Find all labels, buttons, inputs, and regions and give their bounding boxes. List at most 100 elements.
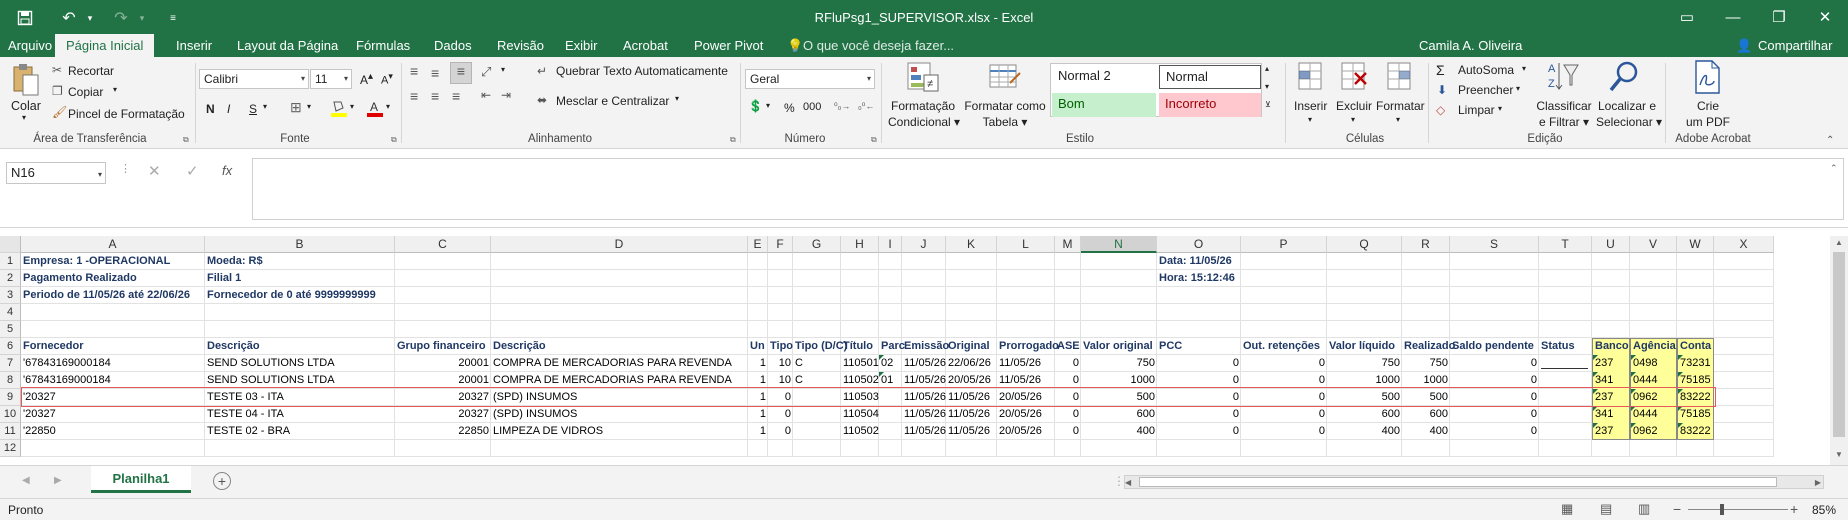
- undo-dropdown-icon[interactable]: ▾: [84, 3, 96, 33]
- insert-cells-button[interactable]: Inserir: [1294, 99, 1327, 113]
- cell-r7-1[interactable]: SEND SOLUTIONS LTDA: [205, 355, 395, 372]
- delete-dropdown-icon[interactable]: ▾: [1351, 115, 1355, 124]
- cell-r9-14[interactable]: 0: [1157, 389, 1241, 406]
- column-header-c[interactable]: C: [395, 236, 491, 253]
- cell-r7-12[interactable]: 0: [1055, 355, 1081, 372]
- conditional-formatting-button[interactable]: Formatação: [888, 99, 958, 113]
- column-header-d[interactable]: D: [491, 236, 748, 253]
- autosum-icon[interactable]: Σ: [1436, 62, 1445, 78]
- vertical-scroll-thumb[interactable]: [1833, 252, 1845, 437]
- cell-r9-5[interactable]: 0: [768, 389, 793, 406]
- cell-r10-14[interactable]: 0: [1157, 406, 1241, 423]
- horizontal-scroll-thumb[interactable]: [1139, 477, 1777, 487]
- borders-dropdown-icon[interactable]: ▾: [307, 102, 311, 111]
- column-header-w[interactable]: W: [1677, 236, 1714, 253]
- fill-dropdown-icon[interactable]: ▾: [1516, 84, 1520, 93]
- align-right-icon[interactable]: ≡: [452, 88, 460, 104]
- scroll-left-icon[interactable]: ◀: [1125, 478, 1131, 487]
- cell-r11-4[interactable]: 1: [748, 423, 768, 440]
- bold-button[interactable]: N: [206, 102, 215, 116]
- merge-center-button[interactable]: Mesclar e Centralizar: [556, 94, 669, 108]
- insert-dropdown-icon[interactable]: ▾: [1308, 115, 1312, 124]
- cell-header-21[interactable]: Agência: [1630, 338, 1677, 355]
- scroll-up-icon[interactable]: ▲: [1835, 238, 1843, 247]
- gallery-more-icon[interactable]: ⊻: [1265, 100, 1271, 109]
- vertical-scrollbar[interactable]: ▲ ▼: [1830, 236, 1848, 465]
- column-header-g[interactable]: G: [793, 236, 841, 253]
- prev-sheet-icon[interactable]: ◀: [22, 475, 30, 486]
- tell-me-icon[interactable]: 💡: [787, 34, 803, 58]
- cell-r7-5[interactable]: 10: [768, 355, 793, 372]
- cell-r10-9[interactable]: 11/05/26: [902, 406, 946, 423]
- cell-r10-3[interactable]: (SPD) INSUMOS: [491, 406, 748, 423]
- column-header-s[interactable]: S: [1450, 236, 1539, 253]
- cell-r11-11[interactable]: 20/05/26: [997, 423, 1055, 440]
- cell-r11-1[interactable]: TESTE 02 - BRA: [205, 423, 395, 440]
- cell-r9-18[interactable]: 0: [1450, 389, 1539, 406]
- tab-pagina-inicial[interactable]: Página Inicial: [55, 34, 155, 58]
- scroll-right-icon[interactable]: ▶: [1815, 478, 1821, 487]
- font-name-box[interactable]: Calibri ▾: [199, 69, 309, 89]
- comma-style-icon[interactable]: 000: [803, 101, 821, 113]
- cell-r7-9[interactable]: 11/05/26: [902, 355, 946, 372]
- cell-r11-15[interactable]: 0: [1241, 423, 1327, 440]
- cell-r11-21[interactable]: 0962: [1630, 423, 1677, 440]
- cell-r11-13[interactable]: 400: [1081, 423, 1157, 440]
- font-color-dropdown-icon[interactable]: ▾: [386, 102, 390, 111]
- column-header-b[interactable]: B: [205, 236, 395, 253]
- cell-r7-0[interactable]: '67843169000184: [21, 355, 205, 372]
- expand-formula-icon[interactable]: ⌃: [1830, 163, 1838, 174]
- column-header-n[interactable]: N: [1081, 236, 1157, 253]
- cell-a2[interactable]: Pagamento Realizado: [21, 270, 211, 287]
- cell-header-3[interactable]: Descrição: [491, 338, 748, 355]
- row-header-11[interactable]: 11: [0, 423, 21, 440]
- cell-r8-2[interactable]: 20001: [395, 372, 491, 389]
- undo-icon[interactable]: ↶: [54, 3, 84, 33]
- clipboard-launcher-icon[interactable]: ⧉: [183, 135, 189, 145]
- cell-r10-12[interactable]: 0: [1055, 406, 1081, 423]
- sort-filter-icon[interactable]: AZ: [1546, 59, 1580, 95]
- format-dropdown-icon[interactable]: ▾: [1396, 115, 1400, 124]
- cell-r9-1[interactable]: TESTE 03 - ITA: [205, 389, 395, 406]
- column-header-p[interactable]: P: [1241, 236, 1327, 253]
- save-icon[interactable]: [10, 3, 40, 33]
- cell-r9-7[interactable]: 110503: [841, 389, 879, 406]
- cell-r7-10[interactable]: 22/06/26: [946, 355, 997, 372]
- cell-header-18[interactable]: Saldo pendente: [1450, 338, 1539, 355]
- cell-r10-18[interactable]: 0: [1450, 406, 1539, 423]
- column-header-i[interactable]: I: [879, 236, 902, 253]
- cell-r10-2[interactable]: 20327: [395, 406, 491, 423]
- cell-header-10[interactable]: Original: [946, 338, 997, 355]
- shrink-font-icon[interactable]: A▾: [381, 71, 393, 87]
- cell-r10-15[interactable]: 0: [1241, 406, 1327, 423]
- cell-r8-17[interactable]: 1000: [1402, 372, 1450, 389]
- cell-r11-3[interactable]: LIMPEZA DE VIDROS: [491, 423, 748, 440]
- row-header-9[interactable]: 9: [0, 389, 21, 406]
- cell-r9-17[interactable]: 500: [1402, 389, 1450, 406]
- cell-r9-2[interactable]: 20327: [395, 389, 491, 406]
- cell-r11-17[interactable]: 400: [1402, 423, 1450, 440]
- row-header-1[interactable]: 1: [0, 253, 21, 270]
- cell-r8-22[interactable]: 75185: [1677, 372, 1714, 389]
- tab-arquivo[interactable]: Arquivo: [8, 34, 52, 58]
- cell-r7-16[interactable]: 750: [1327, 355, 1402, 372]
- sort-filter-button[interactable]: Classificar: [1536, 99, 1592, 113]
- merge-dropdown-icon[interactable]: ▾: [675, 94, 679, 103]
- number-launcher-icon[interactable]: ⧉: [871, 135, 877, 145]
- cell-r7-21[interactable]: 0498: [1630, 355, 1677, 372]
- gallery-up-icon[interactable]: ▴: [1265, 64, 1269, 73]
- cell-r7-7[interactable]: 110501: [841, 355, 879, 372]
- style-incorreto[interactable]: Incorreto: [1159, 93, 1261, 117]
- cell-r9-6[interactable]: [793, 389, 841, 406]
- cell-r10-20[interactable]: 341: [1592, 406, 1630, 423]
- insert-cells-icon[interactable]: [1296, 59, 1326, 93]
- cell-r11-18[interactable]: 0: [1450, 423, 1539, 440]
- cell-r11-14[interactable]: 0: [1157, 423, 1241, 440]
- wrap-text-icon[interactable]: ↵: [537, 64, 547, 78]
- cell-r11-9[interactable]: 11/05/26: [902, 423, 946, 440]
- row-header-4[interactable]: 4: [0, 304, 21, 321]
- italic-button[interactable]: I: [227, 102, 230, 116]
- copy-button[interactable]: Copiar: [68, 85, 103, 99]
- cell-r8-19[interactable]: [1539, 372, 1592, 389]
- cell-a3[interactable]: Periodo de 11/05/26 até 22/06/26: [21, 287, 211, 304]
